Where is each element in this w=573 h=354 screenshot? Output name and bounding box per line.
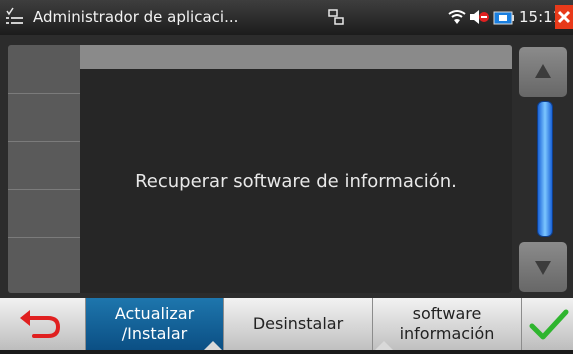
close-button[interactable] — [555, 5, 573, 29]
wifi-icon — [448, 9, 466, 25]
tab-update-line2: /Instalar — [121, 324, 188, 343]
arrow-up-icon — [535, 64, 551, 78]
status-bar: Administrador de aplicaci... 15:11 — [0, 0, 573, 35]
tab-uninstall-label: Desinstalar — [252, 314, 344, 333]
tab-notch — [204, 341, 222, 350]
tab-notch — [375, 341, 393, 350]
close-icon — [557, 10, 571, 24]
tab-info-line2: información — [399, 324, 495, 343]
dialog-message: Recuperar software de información. — [135, 170, 457, 192]
back-arrow-icon — [20, 310, 61, 338]
bottom-toolbar: Actualizar /Instalar Desinstalar softwar… — [0, 298, 573, 350]
window-title: Administrador de aplicaci... — [33, 8, 239, 26]
tab-uninstall[interactable]: Desinstalar — [223, 298, 372, 350]
app-list[interactable]: Recuperar software de información. — [8, 45, 512, 293]
back-button[interactable] — [0, 298, 86, 350]
ok-button[interactable] — [521, 298, 573, 350]
progress-dialog: Recuperar software de información. — [80, 69, 512, 293]
sound-muted-icon — [469, 8, 491, 26]
tab-update-install[interactable]: Actualizar /Instalar — [86, 298, 223, 350]
tab-info-line1: software — [412, 304, 482, 323]
scrollbar-thumb[interactable] — [537, 101, 553, 237]
checkmark-icon — [529, 309, 569, 340]
tab-update-line1: Actualizar — [114, 304, 195, 323]
scroll-up-button[interactable] — [519, 47, 567, 97]
content-area: Recuperar software de información. — [0, 35, 573, 298]
app-manager-icon — [5, 6, 25, 28]
scroll-down-button[interactable] — [519, 242, 567, 292]
battery-icon — [493, 10, 515, 25]
arrow-down-icon — [535, 261, 551, 275]
tab-software-info[interactable]: software información — [372, 298, 521, 350]
usb-connection-icon — [327, 8, 345, 26]
list-header-strip — [80, 45, 512, 69]
